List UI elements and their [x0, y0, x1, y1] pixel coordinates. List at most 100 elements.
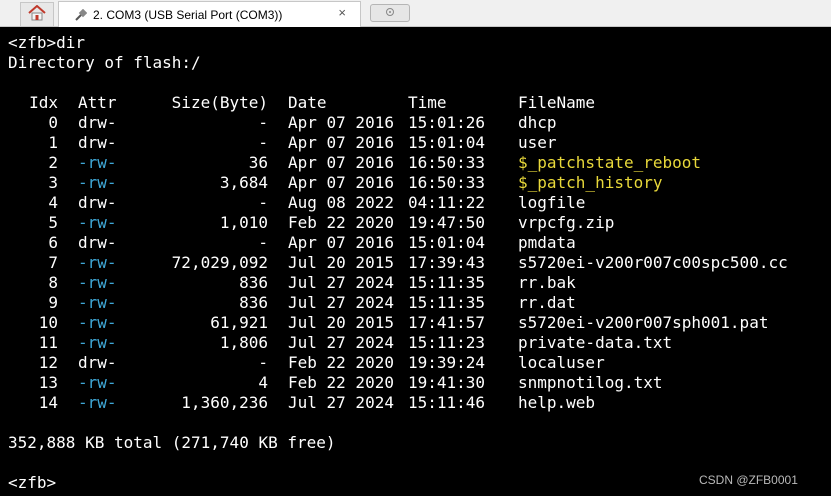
cell-filename: help.web	[518, 393, 596, 412]
cell-time: 15:01:04	[408, 133, 486, 152]
tab-bar: 2. COM3 (USB Serial Port (COM3)) ×	[0, 0, 831, 27]
cell-attr: -rw-	[78, 293, 117, 312]
cell-size: -	[258, 233, 268, 252]
cell-attr: -rw-	[78, 253, 117, 272]
cell-idx: 8	[48, 273, 58, 292]
cell-idx: 0	[48, 113, 58, 132]
cell-attr: drw-	[78, 353, 117, 372]
cell-attr: drw-	[78, 193, 117, 212]
cell-filename: $_patch_history	[518, 173, 663, 192]
cell-attr: -rw-	[78, 313, 117, 332]
cell-attr: drw-	[78, 133, 117, 152]
home-button[interactable]	[20, 2, 54, 26]
prompt-line: <zfb>	[8, 473, 57, 492]
cell-idx: 10	[38, 313, 58, 332]
session-tab[interactable]: 2. COM3 (USB Serial Port (COM3)) ×	[58, 1, 361, 27]
cell-time: 15:11:35	[408, 293, 486, 312]
cell-size: 836	[239, 293, 268, 312]
cell-date: Jul 27 2024	[288, 273, 394, 292]
serial-port-icon	[75, 8, 87, 21]
cell-idx: 14	[38, 393, 58, 412]
cell-attr: drw-	[78, 233, 117, 252]
cell-size: 61,921	[210, 313, 268, 332]
cell-time: 19:47:50	[408, 213, 486, 232]
tab-label: 2. COM3 (USB Serial Port (COM3))	[93, 7, 283, 22]
cell-filename: snmpnotilog.txt	[518, 373, 663, 392]
cell-date: Jul 27 2024	[288, 393, 394, 412]
cell-filename: $_patchstate_reboot	[518, 153, 702, 172]
cell-attr: drw-	[78, 113, 117, 132]
cell-size: 3,684	[219, 173, 268, 192]
cell-time: 15:11:46	[408, 393, 486, 412]
cell-filename: logfile	[518, 193, 586, 212]
cell-attr: -rw-	[78, 393, 117, 412]
cell-idx: 1	[48, 133, 58, 152]
cell-time: 19:41:30	[408, 373, 486, 392]
cell-size: 1,806	[219, 333, 268, 352]
total-line: 352,888 KB total (271,740 KB free)	[8, 433, 336, 452]
header-date: Date	[288, 93, 327, 112]
cell-idx: 12	[38, 353, 58, 372]
directory-line: Directory of flash:/	[8, 53, 201, 72]
cell-size: -	[258, 193, 268, 212]
cell-idx: 9	[48, 293, 58, 312]
close-icon[interactable]: ×	[338, 5, 346, 20]
cell-time: 04:11:22	[408, 193, 486, 212]
cell-size: 1,360,236	[181, 393, 268, 412]
cell-time: 16:50:33	[408, 173, 486, 192]
cell-filename: s5720ei-v200r007sph001.pat	[518, 313, 769, 332]
cell-date: Jul 27 2024	[288, 293, 394, 312]
cell-attr: -rw-	[78, 333, 117, 352]
home-icon	[28, 4, 46, 25]
cell-size: 4	[258, 373, 268, 392]
cell-filename: rr.bak	[518, 273, 576, 292]
header-idx: Idx	[29, 93, 58, 112]
cell-date: Aug 08 2022	[288, 193, 394, 212]
terminal[interactable]: <zfb>dir Directory of flash:/ Idx Attr S…	[0, 27, 831, 496]
cell-time: 19:39:24	[408, 353, 486, 372]
cell-filename: user	[518, 133, 557, 152]
cell-date: Feb 22 2020	[288, 373, 394, 392]
cell-date: Feb 22 2020	[288, 353, 394, 372]
cell-attr: -rw-	[78, 153, 117, 172]
cell-time: 15:11:23	[408, 333, 486, 352]
cell-idx: 13	[38, 373, 58, 392]
cell-idx: 11	[38, 333, 58, 352]
cell-filename: s5720ei-v200r007c00spc500.cc	[518, 253, 788, 272]
cell-idx: 3	[48, 173, 58, 192]
watermark: CSDN @ZFB0001	[699, 473, 798, 487]
cell-time: 15:01:04	[408, 233, 486, 252]
cell-date: Apr 07 2016	[288, 153, 394, 172]
cell-size: -	[258, 113, 268, 132]
cell-time: 16:50:33	[408, 153, 486, 172]
cell-attr: -rw-	[78, 273, 117, 292]
cell-date: Jul 27 2024	[288, 333, 394, 352]
cell-time: 17:41:57	[408, 313, 486, 332]
cell-size: -	[258, 353, 268, 372]
new-tab-icon	[385, 7, 395, 19]
cell-idx: 4	[48, 193, 58, 212]
cell-date: Feb 22 2020	[288, 213, 394, 232]
cell-attr: -rw-	[78, 173, 117, 192]
cell-filename: rr.dat	[518, 293, 576, 312]
cell-time: 17:39:43	[408, 253, 486, 272]
cell-idx: 5	[48, 213, 58, 232]
cell-date: Apr 07 2016	[288, 233, 394, 252]
new-tab-button[interactable]	[370, 4, 410, 22]
cell-attr: -rw-	[78, 213, 117, 232]
cell-filename: pmdata	[518, 233, 576, 252]
cell-size: 36	[248, 153, 268, 172]
header-time: Time	[408, 93, 447, 112]
cell-date: Apr 07 2016	[288, 173, 394, 192]
cell-time: 15:01:26	[408, 113, 486, 132]
cell-date: Apr 07 2016	[288, 133, 394, 152]
cell-filename: vrpcfg.zip	[518, 213, 615, 232]
cell-date: Jul 20 2015	[288, 313, 394, 332]
cell-size: 836	[239, 273, 268, 292]
header-attr: Attr	[78, 93, 117, 112]
cell-size: 72,029,092	[171, 253, 268, 272]
cell-size: 1,010	[219, 213, 268, 232]
command-line: <zfb>dir	[8, 33, 86, 52]
cell-time: 15:11:35	[408, 273, 486, 292]
cell-filename: dhcp	[518, 113, 557, 132]
